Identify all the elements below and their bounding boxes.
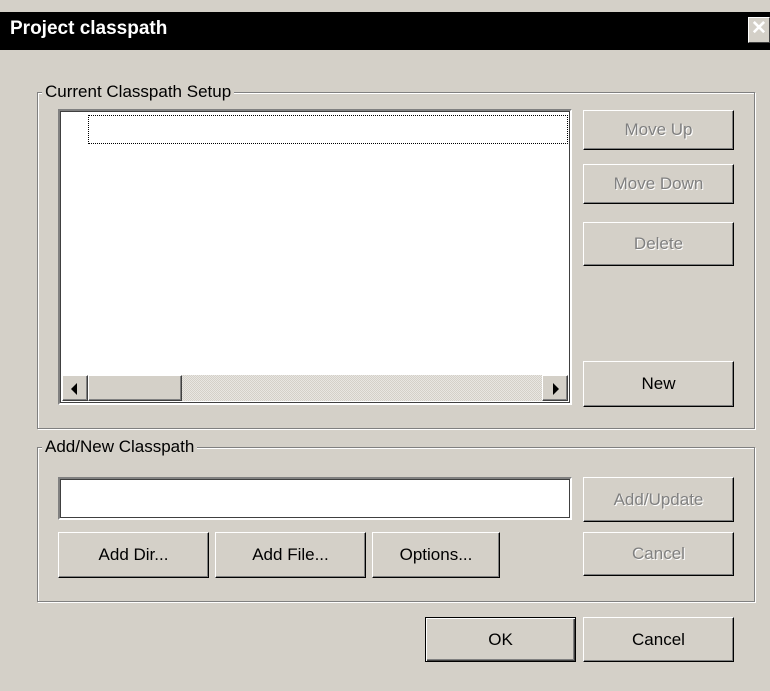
- list-focus-item[interactable]: [88, 115, 568, 144]
- options-button[interactable]: Options...: [372, 532, 500, 578]
- cancel-label: Cancel: [632, 629, 685, 649]
- add-dir-button[interactable]: Add Dir...: [58, 532, 209, 578]
- title-bar: Project classpath ✕: [0, 12, 770, 50]
- move-up-label: Move Up: [624, 120, 693, 139]
- move-down-button[interactable]: Move Down: [583, 164, 734, 204]
- arrow-right-icon: [553, 383, 559, 395]
- ok-label: OK: [488, 629, 513, 649]
- add-dir-label: Add Dir...: [98, 545, 169, 564]
- add-update-label: Add/Update: [613, 489, 704, 509]
- classpath-input[interactable]: [58, 477, 572, 520]
- window-title: Project classpath: [10, 18, 168, 39]
- scroll-thumb[interactable]: [88, 375, 182, 401]
- arrow-left-icon: [71, 383, 77, 395]
- scroll-left-button[interactable]: [62, 375, 88, 401]
- ok-button[interactable]: OK: [425, 617, 576, 662]
- add-new-classpath-group-label: Add/New Classpath: [42, 437, 198, 457]
- add-update-button[interactable]: Add/Update: [583, 477, 734, 522]
- delete-label: Delete: [633, 234, 684, 253]
- options-label: Options...: [399, 545, 473, 564]
- close-icon[interactable]: ✕: [748, 17, 770, 43]
- classpath-list[interactable]: [58, 109, 572, 405]
- current-classpath-group-label: Current Classpath Setup: [42, 82, 235, 102]
- add-file-button[interactable]: Add File...: [215, 532, 366, 578]
- cancel-button[interactable]: Cancel: [583, 617, 734, 662]
- add-file-label: Add File...: [252, 545, 329, 564]
- new-button[interactable]: New: [583, 361, 734, 407]
- add-cancel-label: Cancel: [632, 544, 685, 563]
- horizontal-scrollbar[interactable]: [62, 375, 568, 401]
- new-label: New: [641, 374, 676, 393]
- delete-button[interactable]: Delete: [583, 222, 734, 266]
- scroll-right-button[interactable]: [542, 375, 568, 401]
- move-up-button[interactable]: Move Up: [583, 110, 734, 150]
- add-cancel-button[interactable]: Cancel: [583, 532, 734, 576]
- add-new-classpath-group: Add/New Classpath: [37, 437, 755, 602]
- move-down-label: Move Down: [613, 174, 704, 193]
